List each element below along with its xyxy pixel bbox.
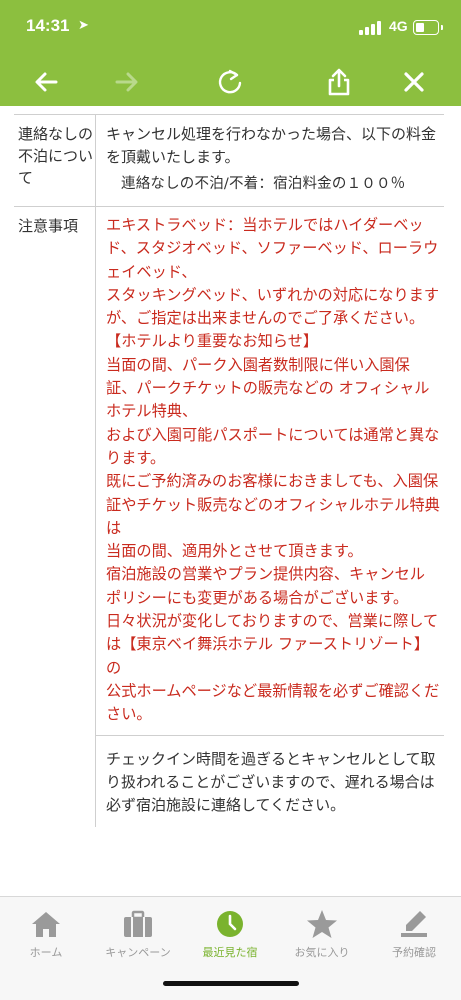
tab-label: ホーム: [29, 946, 63, 959]
share-button[interactable]: [315, 58, 363, 106]
signal-icon: [359, 21, 383, 35]
checkin-notice-text: チェックイン時間を過ぎるとキャンセルとして取り扱われることがございますので、遅れ…: [106, 749, 436, 814]
info-table: 連絡なしの不泊について キャンセル処理を行わなかった場合、以下の料金を頂戴いたし…: [14, 115, 444, 827]
cancel-policy-text: キャンセル処理を行わなかった場合、以下の料金を頂戴いたします。: [106, 125, 437, 166]
tab-label: 最近見た宿: [202, 946, 258, 959]
network-type: 4G: [389, 18, 408, 34]
location-arrow-icon: ➤: [78, 18, 89, 33]
tab-label: 予約確認: [392, 946, 436, 959]
no-show-fee-text: 連絡なしの不泊/不着：宿泊料金の１００％: [121, 176, 406, 192]
close-button[interactable]: [390, 58, 438, 106]
divider: [14, 106, 444, 115]
tab-home[interactable]: ホーム: [0, 907, 92, 960]
browser-toolbar: [0, 58, 461, 106]
home-icon: [32, 912, 60, 937]
back-button[interactable]: [22, 58, 70, 106]
row-label: 連絡なしの不泊について: [14, 115, 96, 207]
briefcase-icon: [124, 910, 152, 937]
status-bar: 14:31 ➤ 4G: [0, 0, 461, 58]
row-value: キャンセル処理を行わなかった場合、以下の料金を頂戴いたします。 連絡なしの不泊/…: [95, 115, 444, 207]
table-row: 連絡なしの不泊について キャンセル処理を行わなかった場合、以下の料金を頂戴いたし…: [14, 115, 444, 207]
status-time: 14:31: [26, 16, 70, 35]
row-label: 注意事項: [14, 206, 96, 827]
reload-icon: [218, 69, 242, 94]
tab-label: お気に入り: [294, 946, 350, 959]
close-icon: [404, 72, 424, 92]
tab-reservations[interactable]: 予約確認: [368, 907, 460, 960]
star-icon: [307, 910, 337, 938]
tab-campaign[interactable]: キャンペーン: [92, 907, 184, 960]
arrow-left-icon: [35, 72, 58, 92]
forward-button[interactable]: [103, 58, 151, 106]
page-content[interactable]: 連絡なしの不泊について キャンセル処理を行わなかった場合、以下の料金を頂戴いたし…: [0, 106, 461, 896]
pen-icon: [401, 911, 427, 937]
row-value: チェックイン時間を過ぎるとキャンセルとして取り扱われることがございますので、遅れ…: [96, 735, 445, 827]
arrow-right-icon: [115, 72, 138, 92]
tab-recent[interactable]: 最近見た宿: [184, 907, 276, 960]
notice-text: エキストラベッド：当ホテルではハイダーベッド、スタジオベッド、ソファーベッド、ロ…: [106, 216, 440, 724]
tab-label: キャンペーン: [105, 946, 171, 959]
table-row: 注意事項 エキストラベッド：当ホテルではハイダーベッド、スタジオベッド、ソファー…: [14, 206, 444, 827]
tab-favorites[interactable]: お気に入り: [276, 907, 368, 960]
row-value: エキストラベッド：当ホテルではハイダーベッド、スタジオベッド、ソファーベッド、ロ…: [95, 206, 444, 736]
clock-icon: [217, 911, 243, 937]
home-indicator: [163, 981, 299, 986]
battery-icon: [413, 20, 443, 35]
share-icon: [328, 68, 350, 96]
reload-button[interactable]: [206, 58, 254, 106]
